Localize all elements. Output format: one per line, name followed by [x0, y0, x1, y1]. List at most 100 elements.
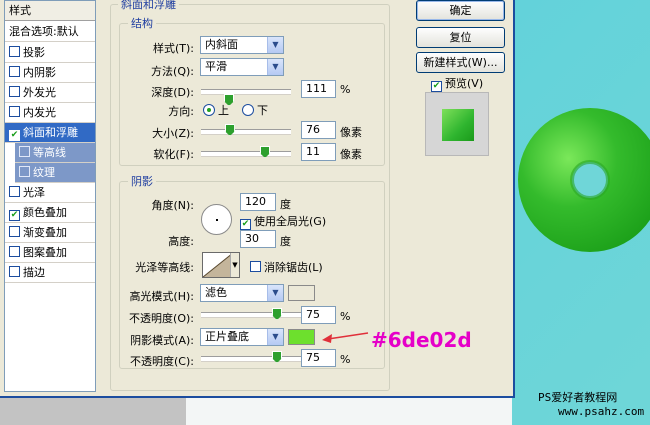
- shadow-opacity-slider[interactable]: [201, 356, 301, 361]
- highlight-mode-select[interactable]: 滤色 ▼: [200, 284, 284, 302]
- style-item[interactable]: 内阴影: [5, 63, 95, 83]
- checkbox-icon[interactable]: [19, 146, 30, 157]
- soften-unit: 像素: [340, 148, 362, 161]
- size-slider[interactable]: [201, 129, 291, 134]
- style-item[interactable]: ✔ 颜色叠加: [5, 203, 95, 223]
- depth-slider[interactable]: [201, 89, 291, 94]
- shadow-mode-value: 正片叠底: [205, 330, 249, 343]
- style-item-label: 光泽: [23, 186, 45, 199]
- soften-label: 软化(F):: [153, 148, 194, 161]
- direction-up-option[interactable]: 上: [203, 102, 229, 118]
- structure-title: 结构: [128, 15, 156, 31]
- depth-input[interactable]: 111: [301, 80, 336, 98]
- shadow-mode-select[interactable]: 正片叠底 ▼: [200, 328, 284, 346]
- bevel-emboss-title: 斜面和浮雕: [118, 0, 179, 12]
- altitude-unit: 度: [280, 235, 291, 248]
- checkbox-icon[interactable]: [9, 246, 20, 257]
- depth-unit: %: [340, 83, 351, 96]
- style-item-label: 纹理: [33, 166, 55, 179]
- chevron-down-icon: ▼: [267, 329, 283, 345]
- blend-options-item[interactable]: 混合选项:默认: [5, 22, 95, 42]
- donut-preview-artwork: [518, 108, 650, 252]
- angle-dial[interactable]: [201, 204, 232, 235]
- angle-input[interactable]: 120: [240, 193, 276, 211]
- chevron-down-icon: ▼: [267, 37, 283, 53]
- highlight-mode-label: 高光模式(H):: [129, 290, 194, 303]
- soften-slider[interactable]: [201, 151, 291, 156]
- style-item[interactable]: 等高线: [15, 143, 95, 163]
- checkbox-icon[interactable]: [9, 86, 20, 97]
- angle-label: 角度(N):: [151, 199, 194, 212]
- preview-swatch: [442, 109, 474, 141]
- gloss-contour-label: 光泽等高线:: [135, 261, 194, 274]
- method-select[interactable]: 平滑 ▼: [200, 58, 284, 76]
- checkbox-icon[interactable]: [9, 46, 20, 57]
- style-select[interactable]: 内斜面 ▼: [200, 36, 284, 54]
- style-item[interactable]: 纹理: [15, 163, 95, 183]
- preview-checkbox[interactable]: ✔ 预览(V): [431, 75, 483, 92]
- style-item-label: 等高线: [33, 146, 66, 159]
- method-label: 方法(Q):: [151, 65, 194, 78]
- highlight-color-swatch[interactable]: [288, 285, 315, 301]
- global-light-checkbox[interactable]: ✔ 使用全局光(G): [240, 213, 326, 230]
- chevron-down-icon: ▼: [267, 285, 283, 301]
- direction-label: 方向:: [168, 105, 194, 118]
- soften-input[interactable]: 11: [301, 143, 336, 161]
- checkbox-icon: [250, 261, 261, 272]
- shadow-color-swatch[interactable]: [288, 329, 315, 345]
- style-item[interactable]: 投影: [5, 43, 95, 63]
- checkbox-icon[interactable]: [9, 66, 20, 77]
- highlight-opacity-input[interactable]: 75: [301, 306, 336, 324]
- anti-alias-checkbox[interactable]: 消除锯齿(L): [250, 259, 323, 275]
- style-item[interactable]: 渐变叠加: [5, 223, 95, 243]
- highlight-mode-value: 滤色: [205, 286, 227, 299]
- size-unit: 像素: [340, 126, 362, 139]
- altitude-label: 高度:: [168, 235, 194, 248]
- reset-button[interactable]: 复位: [416, 27, 505, 48]
- style-item[interactable]: 外发光: [5, 83, 95, 103]
- check-icon[interactable]: ✔: [9, 130, 20, 141]
- altitude-input[interactable]: 30: [240, 230, 276, 248]
- style-item[interactable]: 内发光: [5, 103, 95, 123]
- check-icon: ✔: [240, 219, 251, 230]
- direction-down-option[interactable]: 下: [242, 102, 268, 118]
- shadow-opacity-input[interactable]: 75: [301, 349, 336, 367]
- style-item[interactable]: 图案叠加: [5, 243, 95, 263]
- styles-list: 样式 混合选项:默认 投影 内阴影 外发光 内发光 ✔ 斜面和浮雕 等高线 纹理 光泽 ✔ 颜色叠加…: [4, 0, 96, 392]
- style-item-label: 外发光: [23, 86, 56, 99]
- style-item-label: 图案叠加: [23, 246, 67, 259]
- ok-button[interactable]: 确定: [416, 0, 505, 21]
- style-item[interactable]: ✔ 斜面和浮雕: [5, 123, 95, 143]
- highlight-opacity-label: 不透明度(O):: [129, 312, 194, 325]
- style-item[interactable]: 光泽: [5, 183, 95, 203]
- style-item-label: 描边: [23, 266, 45, 279]
- checkbox-icon[interactable]: [19, 166, 30, 177]
- check-icon[interactable]: ✔: [9, 210, 20, 221]
- checkbox-icon[interactable]: [9, 186, 20, 197]
- checkbox-icon[interactable]: [9, 226, 20, 237]
- size-input[interactable]: 76: [301, 121, 336, 139]
- styles-list-header[interactable]: 样式: [5, 1, 95, 21]
- angle-unit: 度: [280, 198, 291, 211]
- contour-curve-icon: [203, 253, 233, 277]
- style-item-label: 渐变叠加: [23, 226, 67, 239]
- radio-icon: [242, 104, 254, 116]
- checkbox-icon[interactable]: [9, 106, 20, 117]
- chevron-down-icon: ▼: [230, 253, 239, 277]
- highlight-opacity-slider[interactable]: [201, 312, 301, 317]
- gloss-contour-picker[interactable]: ▼: [202, 252, 240, 278]
- method-select-value: 平滑: [205, 60, 227, 73]
- canvas-white-area: [186, 398, 512, 425]
- style-item-label: 斜面和浮雕: [23, 126, 78, 139]
- watermark-line1: PS爱好者教程网: [538, 391, 618, 404]
- style-label: 样式(T):: [152, 42, 194, 55]
- new-style-button[interactable]: 新建样式(W)...: [416, 52, 505, 73]
- checkbox-icon[interactable]: [9, 266, 20, 277]
- style-item-label: 颜色叠加: [23, 206, 67, 219]
- style-select-value: 内斜面: [205, 38, 238, 51]
- style-item[interactable]: 描边: [5, 263, 95, 283]
- depth-label: 深度(D):: [151, 86, 194, 99]
- annotation-arrow: [322, 332, 369, 343]
- shading-title: 阴影: [128, 173, 156, 189]
- preview-label: 预览(V): [445, 77, 484, 90]
